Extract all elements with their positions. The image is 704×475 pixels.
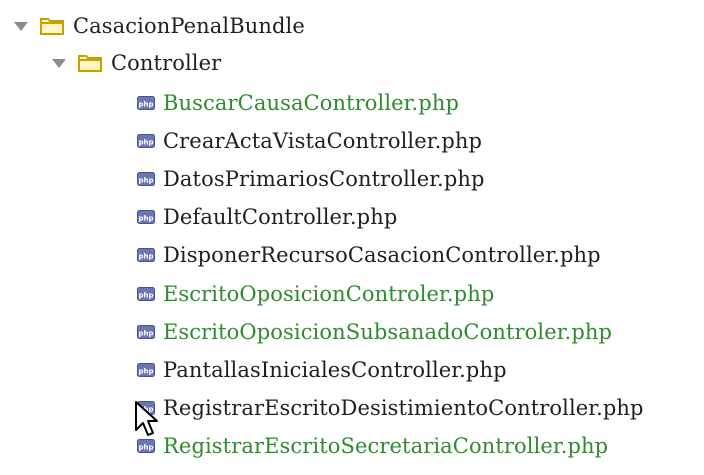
php-file-icon: php <box>137 248 155 262</box>
tree-file-item[interactable]: php CrearActaVistaController.php <box>137 123 482 159</box>
svg-text:php: php <box>138 368 153 376</box>
svg-text:php: php <box>138 330 153 338</box>
php-file-icon: php <box>137 325 155 339</box>
file-label: CrearActaVistaController.php <box>163 129 483 153</box>
svg-text:php: php <box>138 406 153 414</box>
file-label: DefaultController.php <box>163 205 398 229</box>
svg-text:php: php <box>138 444 153 452</box>
tree-file-item[interactable]: php EscritoOposicionSubsanadoControler.p… <box>137 314 612 350</box>
tree-node-label: CasacionPenalBundle <box>73 14 305 38</box>
tree-file-item[interactable]: php PantallasInicialesController.php <box>137 352 507 388</box>
svg-text:php: php <box>138 139 153 147</box>
php-file-icon: php <box>137 210 155 224</box>
tree-node-casacionpenalbundle[interactable]: CasacionPenalBundle <box>14 8 305 44</box>
file-label: EscritoOposicionSubsanadoControler.php <box>163 320 613 344</box>
tree-file-item[interactable]: php EscritoOposicionControler.php <box>137 276 494 312</box>
file-label: DatosPrimariosController.php <box>163 167 485 191</box>
php-file-icon: php <box>137 401 155 415</box>
expand-arrow-icon[interactable] <box>52 58 66 68</box>
project-tree: CasacionPenalBundle Controller php Busca… <box>0 0 704 475</box>
tree-file-item[interactable]: php DisponerRecursoCasacionController.ph… <box>137 237 601 273</box>
svg-text:php: php <box>138 101 153 109</box>
php-file-icon: php <box>137 96 155 110</box>
tree-file-item[interactable]: php RegistrarEscritoDesistimientoControl… <box>137 390 644 426</box>
php-file-icon: php <box>137 172 155 186</box>
tree-file-item[interactable]: php BuscarCausaController.php <box>137 85 459 121</box>
svg-text:php: php <box>138 177 153 185</box>
tree-file-item[interactable]: php DatosPrimariosController.php <box>137 161 485 197</box>
expand-arrow-icon[interactable] <box>14 21 28 31</box>
php-file-icon: php <box>137 287 155 301</box>
svg-text:php: php <box>138 215 153 223</box>
file-label: RegistrarEscritoDesistimientoController.… <box>163 396 644 420</box>
svg-text:php: php <box>138 253 153 261</box>
php-file-icon: php <box>137 363 155 377</box>
tree-file-item[interactable]: php RegistrarEscritoSecretariaController… <box>137 428 608 464</box>
folder-icon <box>78 55 102 72</box>
file-label: DisponerRecursoCasacionController.php <box>163 243 601 267</box>
folder-icon <box>40 18 64 35</box>
file-label: BuscarCausaController.php <box>163 91 459 115</box>
tree-file-item[interactable]: php DefaultController.php <box>137 199 397 235</box>
file-label: EscritoOposicionControler.php <box>163 282 495 306</box>
tree-node-label: Controller <box>111 51 222 75</box>
tree-node-controller[interactable]: Controller <box>52 45 221 81</box>
php-file-icon: php <box>137 439 155 453</box>
file-label: PantallasInicialesController.php <box>163 358 507 382</box>
svg-text:php: php <box>138 292 153 300</box>
file-label: RegistrarEscritoSecretariaController.php <box>163 434 609 458</box>
php-file-icon: php <box>137 134 155 148</box>
